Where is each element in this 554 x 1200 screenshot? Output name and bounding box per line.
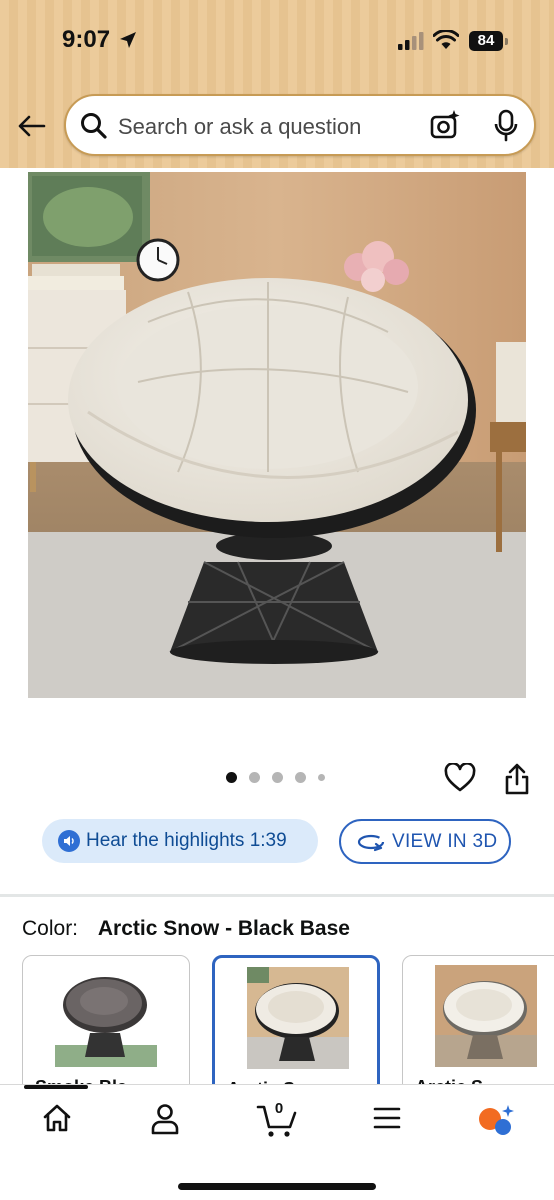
view-in-3d-label: VIEW IN 3D — [392, 830, 498, 852]
speaker-icon — [58, 830, 80, 852]
signal-icon — [398, 32, 424, 50]
carousel-dot[interactable] — [272, 772, 283, 783]
search-icon — [81, 113, 107, 139]
cart-count-badge: 0 — [274, 1100, 284, 1117]
search-input[interactable]: Search or ask a question — [64, 94, 536, 156]
bottom-navigation: 0 — [0, 1084, 554, 1200]
hear-highlights-button[interactable]: Hear the highlights 1:39 — [42, 819, 318, 863]
selected-color-value: Arctic Snow - Black Base — [97, 917, 350, 940]
section-divider — [0, 894, 554, 897]
carousel-dot[interactable] — [318, 774, 325, 781]
color-swatch-selected[interactable]: Arctic Sn — [212, 955, 380, 1105]
active-tab-indicator — [24, 1085, 88, 1089]
rufus-ai-icon[interactable] — [477, 1103, 515, 1137]
camera-search-icon[interactable] — [428, 108, 462, 142]
chair-photo — [28, 172, 526, 698]
carousel-dot[interactable] — [226, 772, 237, 783]
share-icon[interactable] — [504, 762, 530, 796]
image-carousel-dots[interactable] — [226, 772, 337, 783]
location-arrow-icon — [120, 32, 136, 48]
heart-icon[interactable] — [444, 763, 476, 793]
status-time: 9:07 — [62, 26, 111, 53]
carousel-dot[interactable] — [295, 772, 306, 783]
menu-icon[interactable] — [372, 1103, 402, 1133]
account-icon[interactable] — [150, 1103, 180, 1135]
rotate-3d-icon — [357, 834, 385, 851]
view-in-3d-button[interactable]: VIEW IN 3D — [339, 819, 511, 864]
color-selection-label: Color: Arctic Snow - Black Base — [22, 917, 350, 941]
home-indicator-bar — [178, 1183, 376, 1190]
color-swatch[interactable]: Smoke Bla — [22, 955, 190, 1105]
wifi-icon — [433, 30, 459, 49]
microphone-icon[interactable] — [494, 109, 518, 143]
search-placeholder: Search or ask a question — [118, 114, 362, 139]
home-icon[interactable] — [42, 1103, 72, 1133]
arctic-snow-chair-thumbnail — [247, 967, 349, 1069]
smoke-black-chair-thumbnail — [55, 965, 157, 1067]
carousel-dot[interactable] — [249, 772, 260, 783]
back-arrow-icon — [18, 115, 46, 137]
top-header: 9:07 84 Search or ask a question — [0, 0, 554, 168]
color-swatch[interactable]: Arctic S — [402, 955, 554, 1105]
battery-icon: 84 — [469, 31, 508, 51]
color-label: Color: — [22, 917, 79, 940]
cart-button[interactable]: 0 — [256, 1100, 298, 1139]
back-button[interactable] — [14, 106, 48, 146]
arctic-snow-chair-thumbnail — [435, 965, 537, 1067]
product-image[interactable] — [28, 172, 526, 698]
hear-highlights-label: Hear the highlights 1:39 — [86, 830, 287, 851]
